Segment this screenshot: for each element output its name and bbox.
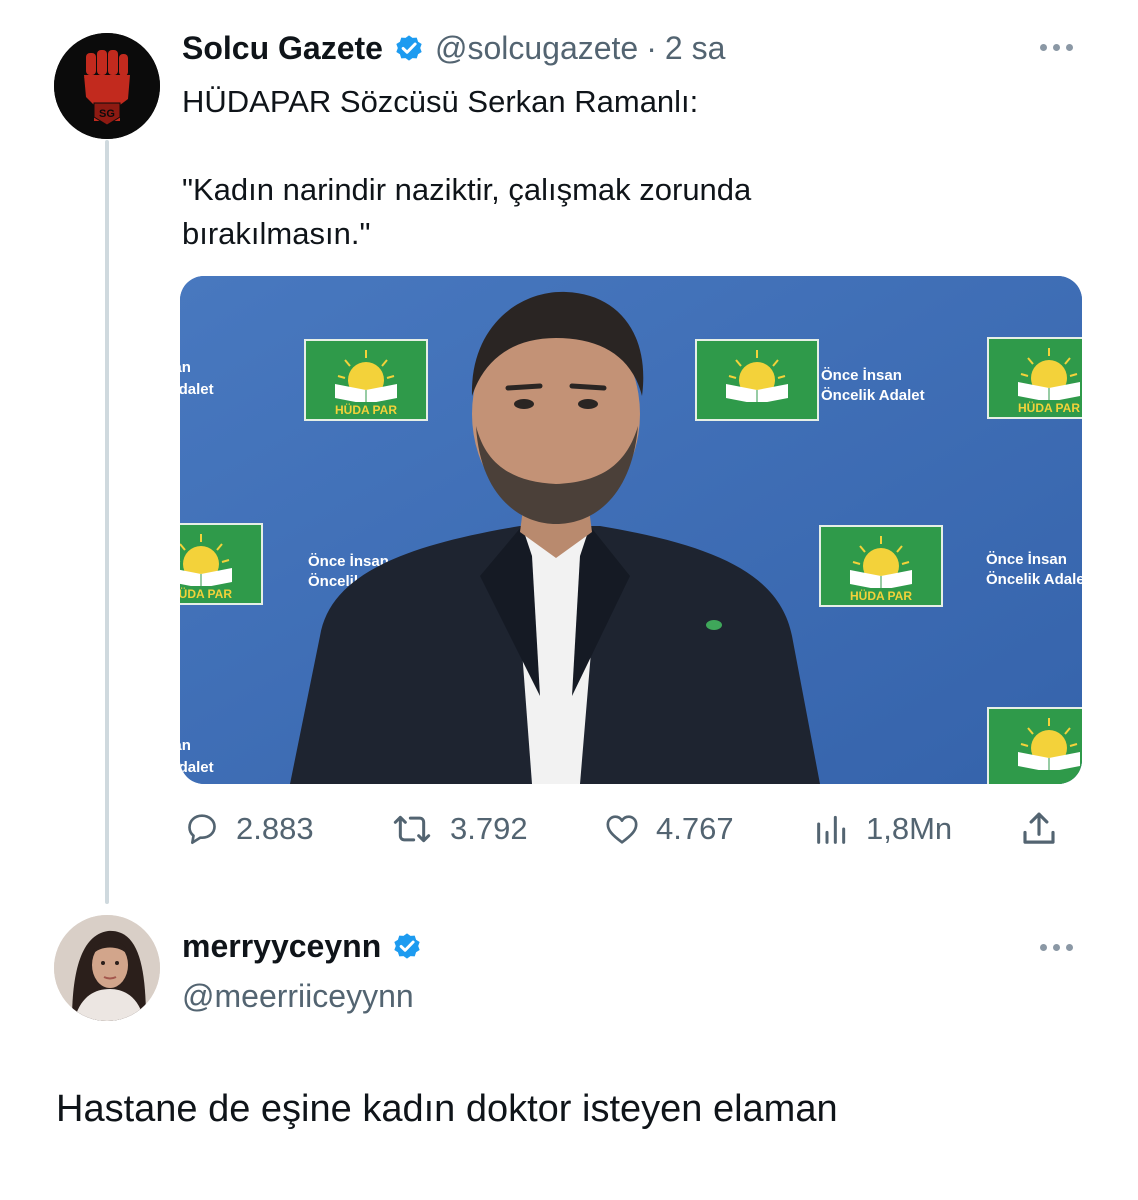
reply-text: Hastane de eşine kadın doktor isteyen el… (56, 1088, 838, 1130)
tweet-timestamp[interactable]: 2 sa (665, 30, 725, 67)
author-name[interactable]: Solcu Gazete (182, 30, 383, 67)
heart-icon (606, 815, 638, 844)
party-label: HÜDA PAR (850, 588, 912, 603)
author-avatar[interactable]: SG (54, 33, 160, 139)
profile-photo (54, 915, 160, 1021)
slogan-line: Öncelik Adalet (180, 381, 214, 398)
party-label: HÜDA PAR (180, 586, 232, 601)
more-options-icon[interactable] (1040, 40, 1080, 54)
reply-count: 2.883 (236, 811, 314, 846)
thread-connector-line (105, 140, 109, 904)
avatar-initials: SG (99, 108, 115, 120)
reply-author-name[interactable]: merryyceynn (182, 928, 381, 965)
tweet-header: Solcu Gazete @solcugazete · 2 sa (182, 28, 725, 68)
like-button[interactable]: 4.767 (602, 806, 734, 852)
reply-header: merryyceynn @meerriiceyynn (182, 926, 433, 1016)
slogan-line: Önce İnsan (986, 551, 1067, 568)
retweet-count: 3.792 (450, 811, 528, 846)
slogan-line: Önce İnsan (821, 367, 902, 384)
reply-icon (188, 814, 216, 844)
reply-author-avatar[interactable] (54, 915, 160, 1021)
press-conference-photo: HÜDA PAR HÜDA PAR HÜDA PAR HÜDA PAR Önce… (180, 276, 1082, 784)
slogan-line: Öncelik Adalet (986, 571, 1082, 588)
author-handle[interactable]: @solcugazete (435, 30, 638, 67)
views-button[interactable]: 1,8Mn (812, 806, 952, 852)
more-options-icon[interactable] (1040, 940, 1080, 954)
party-label: HÜDA PAR (1018, 400, 1080, 415)
reply-button[interactable]: 2.883 (182, 806, 314, 852)
view-count: 1,8Mn (866, 811, 953, 846)
slogan-line: Öncelik Adalet (180, 759, 214, 776)
verified-badge-icon (396, 35, 422, 61)
raised-fist-logo-icon: SG (54, 33, 160, 139)
tweet-text: HÜDAPAR Sözcüsü Serkan Ramanlı: "Kadın n… (182, 80, 1082, 256)
tweet-action-bar: 2.883 3.792 4.767 1,8Mn (182, 806, 1082, 852)
verified-badge-icon (394, 933, 420, 959)
share-icon (1023, 812, 1055, 844)
tweet-text-line: "Kadın narindir naziktir, çalışmak zorun… (182, 172, 752, 207)
party-label: HÜDA PAR (335, 402, 397, 417)
tweet-media-photo[interactable]: HÜDA PAR HÜDA PAR HÜDA PAR HÜDA PAR Önce… (180, 276, 1082, 784)
like-count: 4.767 (656, 811, 734, 846)
reply-author-handle[interactable]: @meerriiceyynn (182, 976, 433, 1016)
tweet-text-line: bırakılmasın." (182, 216, 371, 251)
separator-dot: · (646, 29, 657, 66)
retweet-button[interactable]: 3.792 (388, 806, 528, 852)
analytics-icon (817, 815, 846, 844)
share-button[interactable] (1018, 806, 1060, 852)
tweet-text-line: HÜDAPAR Sözcüsü Serkan Ramanlı: (182, 84, 699, 119)
slogan-line: Önce İnsan (180, 737, 191, 754)
retweet-icon (393, 815, 431, 843)
slogan-line: Öncelik Adalet (821, 387, 925, 404)
slogan-line: Önce İnsan (180, 359, 191, 376)
